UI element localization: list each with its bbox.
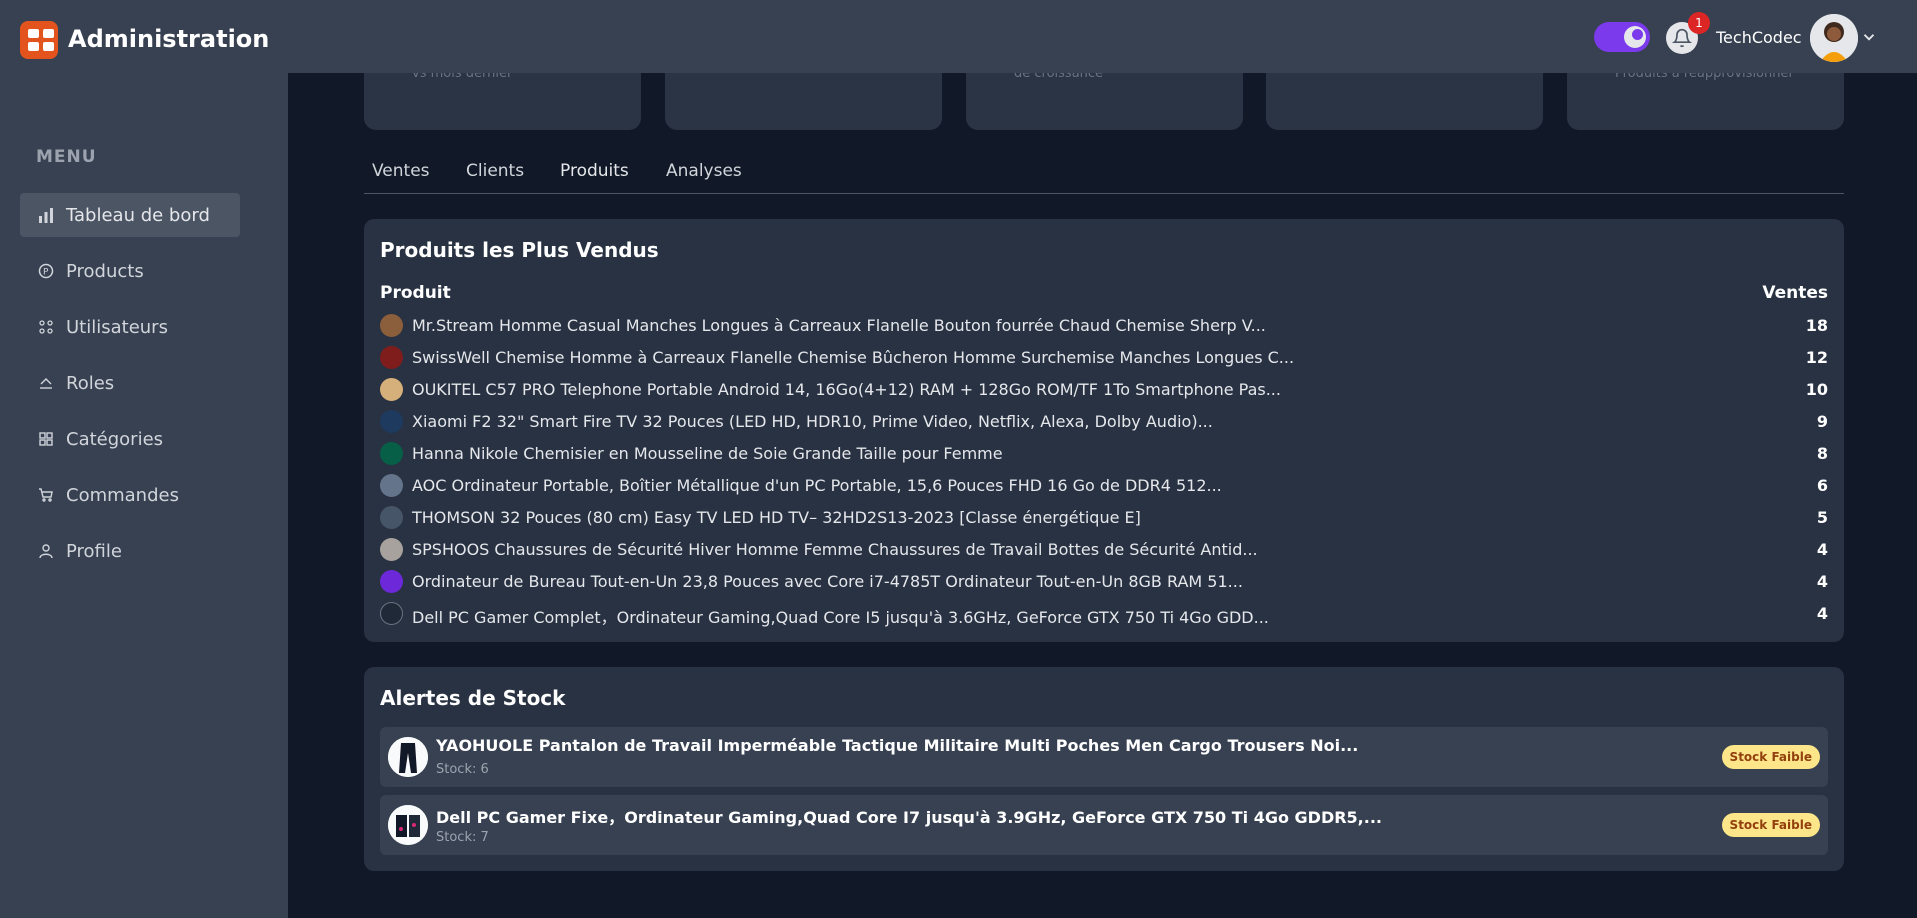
sidebar-item-label: Commandes — [66, 484, 179, 506]
sidebar-item-categories[interactable]: Catégories — [20, 417, 240, 461]
roles-icon — [36, 373, 56, 393]
column-header-sales: Ventes — [1762, 283, 1828, 303]
table-row[interactable]: Ordinateur de Bureau Tout-en-Un 23,8 Pou… — [380, 567, 1828, 595]
grid-icon — [36, 429, 56, 449]
product-name: OUKITEL C57 PRO Telephone Portable Andro… — [412, 380, 1281, 399]
tab-clients[interactable]: Clients — [466, 161, 524, 181]
sidebar-item-profile[interactable]: Profile — [20, 529, 240, 573]
product-thumbnail — [388, 737, 428, 777]
alert-product-name: Dell PC Gamer Fixe，Ordinateur Gaming,Qua… — [436, 808, 1382, 827]
sidebar-item-label: Roles — [66, 372, 115, 394]
product-name: Hanna Nikole Chemisier en Mousseline de … — [412, 444, 1003, 463]
stock-alerts-panel: Alertes de Stock YAOHUOLE Pantalon de Tr… — [364, 667, 1844, 871]
product-name: THOMSON 32 Pouces (80 cm) Easy TV LED HD… — [412, 508, 1141, 527]
theme-toggle[interactable] — [1594, 22, 1650, 52]
sidebar: MENU Tableau de bord P Products Utilisat… — [0, 73, 288, 918]
product-sales: 6 — [1816, 476, 1828, 495]
product-thumbnail — [380, 474, 403, 497]
product-thumbnail — [380, 314, 403, 337]
product-name: SPSHOOS Chaussures de Sécurité Hiver Hom… — [412, 540, 1258, 559]
app-logo-icon[interactable] — [20, 21, 58, 59]
top-products-title: Produits les Plus Vendus — [380, 238, 659, 262]
list-item[interactable]: YAOHUOLE Pantalon de Travail Imperméable… — [380, 727, 1828, 787]
product-sales: 4 — [1816, 604, 1828, 623]
user-icon — [36, 541, 56, 561]
product-thumbnail — [380, 602, 403, 625]
product-thumbnail — [388, 805, 428, 845]
top-bar: Administration 1 TechCodec — [0, 0, 1917, 73]
sidebar-item-label: Catégories — [66, 428, 164, 450]
product-icon: P — [36, 261, 56, 281]
table-row[interactable]: AOC Ordinateur Portable, Boîtier Métalli… — [380, 471, 1828, 499]
sidebar-item-label: Profile — [66, 540, 122, 562]
product-name: AOC Ordinateur Portable, Boîtier Métalli… — [412, 476, 1222, 495]
table-row[interactable]: OUKITEL C57 PRO Telephone Portable Andro… — [380, 375, 1828, 403]
product-name: Mr.Stream Homme Casual Manches Longues à… — [412, 316, 1266, 335]
product-thumbnail — [380, 378, 403, 401]
sidebar-item-users[interactable]: Utilisateurs — [20, 305, 240, 349]
svg-text:P: P — [43, 268, 49, 278]
product-sales: 8 — [1816, 444, 1828, 463]
table-row[interactable]: SwissWell Chemise Homme à Carreaux Flane… — [380, 343, 1828, 371]
product-sales: 9 — [1816, 412, 1828, 431]
alert-product-name: YAOHUOLE Pantalon de Travail Imperméable… — [436, 736, 1359, 755]
product-sales: 12 — [1805, 348, 1828, 367]
notification-badge: 1 — [1688, 12, 1710, 34]
alert-stock-level: Stock: 6 — [436, 762, 489, 777]
username[interactable]: TechCodec — [1716, 28, 1802, 47]
moon-icon — [1624, 26, 1646, 48]
status-badge: Stock Faible — [1721, 745, 1820, 769]
avatar[interactable] — [1810, 14, 1858, 62]
table-row[interactable]: Mr.Stream Homme Casual Manches Longues à… — [380, 311, 1828, 339]
product-name: Dell PC Gamer Complet，Ordinateur Gaming,… — [412, 608, 1269, 627]
sidebar-item-label: Tableau de bord — [66, 204, 210, 226]
sidebar-item-label: Products — [66, 260, 144, 282]
table-row[interactable]: Xiaomi F2 32" Smart Fire TV 32 Pouces (L… — [380, 407, 1828, 435]
product-name: Xiaomi F2 32" Smart Fire TV 32 Pouces (L… — [412, 412, 1213, 431]
status-badge: Stock Faible — [1721, 813, 1820, 837]
sidebar-item-dashboard[interactable]: Tableau de bord — [20, 193, 240, 237]
product-thumbnail — [380, 346, 403, 369]
product-name: SwissWell Chemise Homme à Carreaux Flane… — [412, 348, 1295, 367]
product-thumbnail — [380, 570, 403, 593]
tab-sales[interactable]: Ventes — [372, 161, 430, 181]
list-item[interactable]: Dell PC Gamer Fixe，Ordinateur Gaming,Qua… — [380, 795, 1828, 855]
stock-alerts-title: Alertes de Stock — [380, 686, 566, 710]
sidebar-item-orders[interactable]: Commandes — [20, 473, 240, 517]
product-name: Ordinateur de Bureau Tout-en-Un 23,8 Pou… — [412, 572, 1243, 591]
product-sales: 18 — [1805, 316, 1828, 335]
sidebar-item-products[interactable]: P Products — [20, 249, 240, 293]
app-title: Administration — [68, 25, 270, 53]
top-products-panel: Produits les Plus Vendus Produit Ventes … — [364, 219, 1844, 642]
table-row[interactable]: THOMSON 32 Pouces (80 cm) Easy TV LED HD… — [380, 503, 1828, 531]
alert-stock-level: Stock: 7 — [436, 830, 489, 845]
column-header-product: Produit — [380, 283, 451, 303]
sidebar-item-label: Utilisateurs — [66, 316, 168, 338]
chevron-down-icon[interactable] — [1860, 28, 1878, 46]
sidebar-item-roles[interactable]: Roles — [20, 361, 240, 405]
tab-products[interactable]: Produits — [560, 161, 629, 181]
table-row[interactable]: Hanna Nikole Chemisier en Mousseline de … — [380, 439, 1828, 467]
table-row[interactable]: Dell PC Gamer Complet，Ordinateur Gaming,… — [380, 599, 1828, 627]
product-sales: 4 — [1816, 540, 1828, 559]
tab-analytics[interactable]: Analyses — [666, 161, 742, 181]
tab-bar: Ventes Clients Produits Analyses — [364, 152, 1844, 194]
bell-icon — [1672, 28, 1692, 48]
product-thumbnail — [380, 442, 403, 465]
cart-icon — [36, 485, 56, 505]
users-icon — [36, 317, 56, 337]
product-thumbnail — [380, 506, 403, 529]
product-thumbnail — [380, 410, 403, 433]
product-sales: 4 — [1816, 572, 1828, 591]
bar-chart-icon — [36, 205, 56, 225]
table-row[interactable]: SPSHOOS Chaussures de Sécurité Hiver Hom… — [380, 535, 1828, 563]
product-sales: 5 — [1816, 508, 1828, 527]
product-thumbnail — [380, 538, 403, 561]
product-sales: 10 — [1805, 380, 1828, 399]
menu-title: MENU — [36, 147, 97, 167]
